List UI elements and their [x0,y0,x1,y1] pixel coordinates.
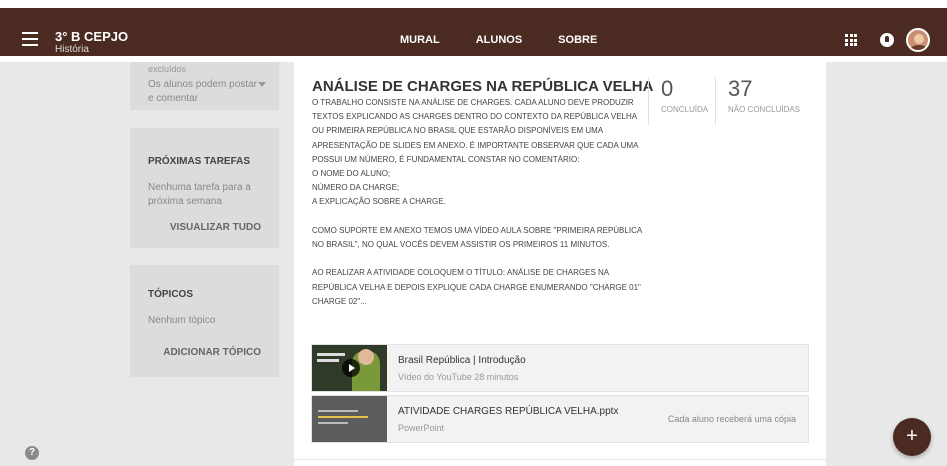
settings-card: excluídos Os alunos podem postar e comen… [130,62,279,110]
done-label: CONCLUÍDA [661,105,709,114]
assignment-card: ANÁLISE DE CHARGES NA REPÚBLICA VELHA O … [294,62,826,466]
stat-divider [715,77,716,125]
faded-setting-text: excluídos [148,64,187,74]
attachment-pptx[interactable]: ATIVIDADE CHARGES REPÚBLICA VELHA.pptx P… [311,395,809,443]
description-paragraph: AO REALIZAR A ATIVIDADE COLOQUEM O TÍTUL… [312,268,641,306]
description-paragraph: O TRABALHO CONSISTE NA ANÁLISE DE CHARGE… [312,98,639,164]
apps-grid-icon[interactable] [845,34,857,46]
stat-done[interactable]: 0 CONCLUÍDA [661,76,708,114]
tab-bar: MURAL ALUNOS SOBRE [382,16,615,64]
assignment-title[interactable]: ANÁLISE DE CHARGES NA REPÚBLICA VELHA [312,78,653,95]
upcoming-empty-text: Nenhuma tarefa para a próxima semana [148,182,251,207]
description-line: O NOME DO ALUNO; [312,169,391,179]
topics-empty-text: Nenhum tópico [148,315,216,326]
stat-not-done[interactable]: 37 NÃO CONCLUÍDAS [728,76,800,114]
class-subject: História [55,44,89,55]
video-thumbnail[interactable] [312,345,387,391]
not-done-label: NÃO CONCLUÍDAS [728,105,801,114]
create-fab-button[interactable]: + [893,418,931,456]
description-line: NÚMERO DA CHARGE; [312,183,400,193]
assignment-description: O TRABALHO CONSISTE NA ANÁLISE DE CHARGE… [312,96,650,309]
add-topic-link[interactable]: ADICIONAR TÓPICO [163,347,261,358]
play-icon[interactable] [342,359,360,377]
slides-thumbnail[interactable] [312,396,387,442]
description-paragraph: COMO SUPORTE EM ANEXO TEMOS UMA VÍDEO AU… [312,225,642,250]
header-band: 3° B CEPJO História MURAL ALUNOS SOBRE [0,8,947,64]
done-count: 0 [661,76,674,101]
not-done-count: 37 [728,76,753,101]
avatar[interactable] [906,28,930,52]
attachment-video[interactable]: Brasil República | Introdução Vídeo do Y… [311,344,809,392]
description-blank [312,252,650,266]
upcoming-tasks-card: PRÓXIMAS TAREFAS Nenhuma tarefa para a p… [130,128,279,248]
tab-sobre[interactable]: SOBRE [540,16,615,64]
notifications-icon[interactable] [880,33,894,47]
hamburger-menu-icon[interactable] [22,32,38,46]
description-blank [312,210,650,224]
description-line: A EXPLICAÇÃO SOBRE A CHARGE. [312,197,446,207]
tab-alunos[interactable]: ALUNOS [458,16,540,64]
help-icon[interactable]: ? [25,446,39,460]
chevron-down-icon[interactable] [258,82,266,87]
top-app-bar: 3° B CEPJO História MURAL ALUNOS SOBRE [0,0,947,64]
class-title[interactable]: 3° B CEPJO [55,29,128,44]
view-all-link[interactable]: VISUALIZAR TUDO [170,222,261,233]
permission-select[interactable]: Os alunos podem postar e comentar [148,78,258,106]
attachment-subtitle: PowerPoint [398,423,445,433]
attachment-title[interactable]: Brasil República | Introdução [398,355,526,366]
attachment-subtitle: Vídeo do YouTube 28 minutos [398,372,519,382]
copy-mode-note: Cada aluno receberá uma cópia [667,414,796,424]
stat-divider [648,77,649,125]
topics-card: TÓPICOS Nenhum tópico ADICIONAR TÓPICO [130,265,279,377]
topics-title: TÓPICOS [148,289,194,300]
upcoming-title: PRÓXIMAS TAREFAS [148,156,251,167]
attachment-title[interactable]: ATIVIDADE CHARGES REPÚBLICA VELHA.pptx [398,406,618,417]
tab-mural[interactable]: MURAL [382,16,458,64]
divider [294,459,826,460]
